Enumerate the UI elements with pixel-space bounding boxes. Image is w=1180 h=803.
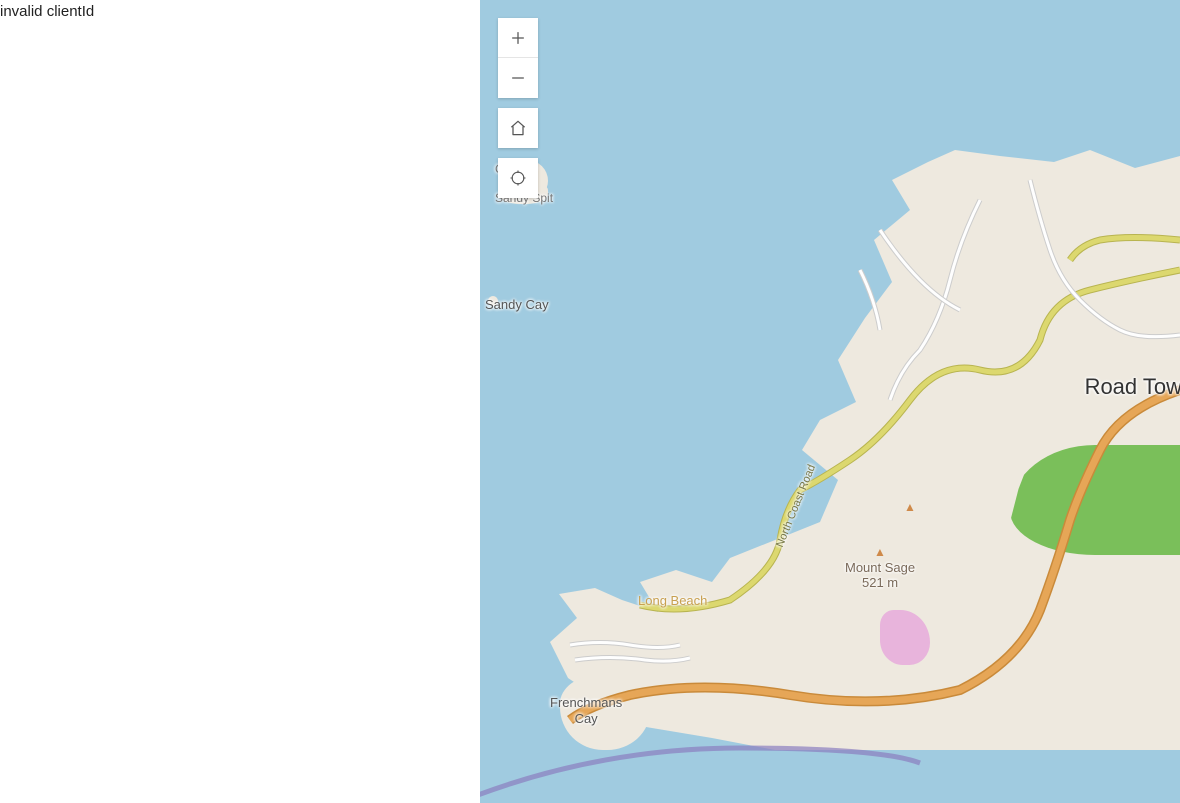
error-message: invalid clientId xyxy=(0,3,94,20)
ferry-route xyxy=(480,743,1180,803)
plus-icon xyxy=(508,28,528,48)
home-control-group xyxy=(498,108,538,148)
home-icon xyxy=(508,118,528,138)
peak-marker-icon: ▲ xyxy=(904,500,916,514)
sidebar-panel: invalid clientId xyxy=(0,0,480,803)
label-long-beach: Long Beach xyxy=(638,593,707,608)
locate-button[interactable] xyxy=(498,158,538,198)
label-mount-sage: Mount Sage 521 m xyxy=(845,561,915,591)
minus-icon xyxy=(508,68,528,88)
label-sandy-cay: Sandy Cay xyxy=(485,297,549,312)
peak-marker-icon: ▲ xyxy=(874,545,886,559)
map-view[interactable]: ▲ ▲ Road Tow Sandy Cay Sandy Spit G ay L… xyxy=(480,0,1180,803)
label-frenchmans-cay: Frenchmans Cay xyxy=(550,695,622,726)
label-road-town: Road Tow xyxy=(1085,374,1180,400)
home-button[interactable] xyxy=(498,108,538,148)
map-controls xyxy=(498,18,538,198)
locate-icon xyxy=(508,168,528,188)
zoom-out-button[interactable] xyxy=(498,58,538,98)
locate-control-group xyxy=(498,158,538,198)
zoom-control-group xyxy=(498,18,538,98)
zoom-in-button[interactable] xyxy=(498,18,538,58)
